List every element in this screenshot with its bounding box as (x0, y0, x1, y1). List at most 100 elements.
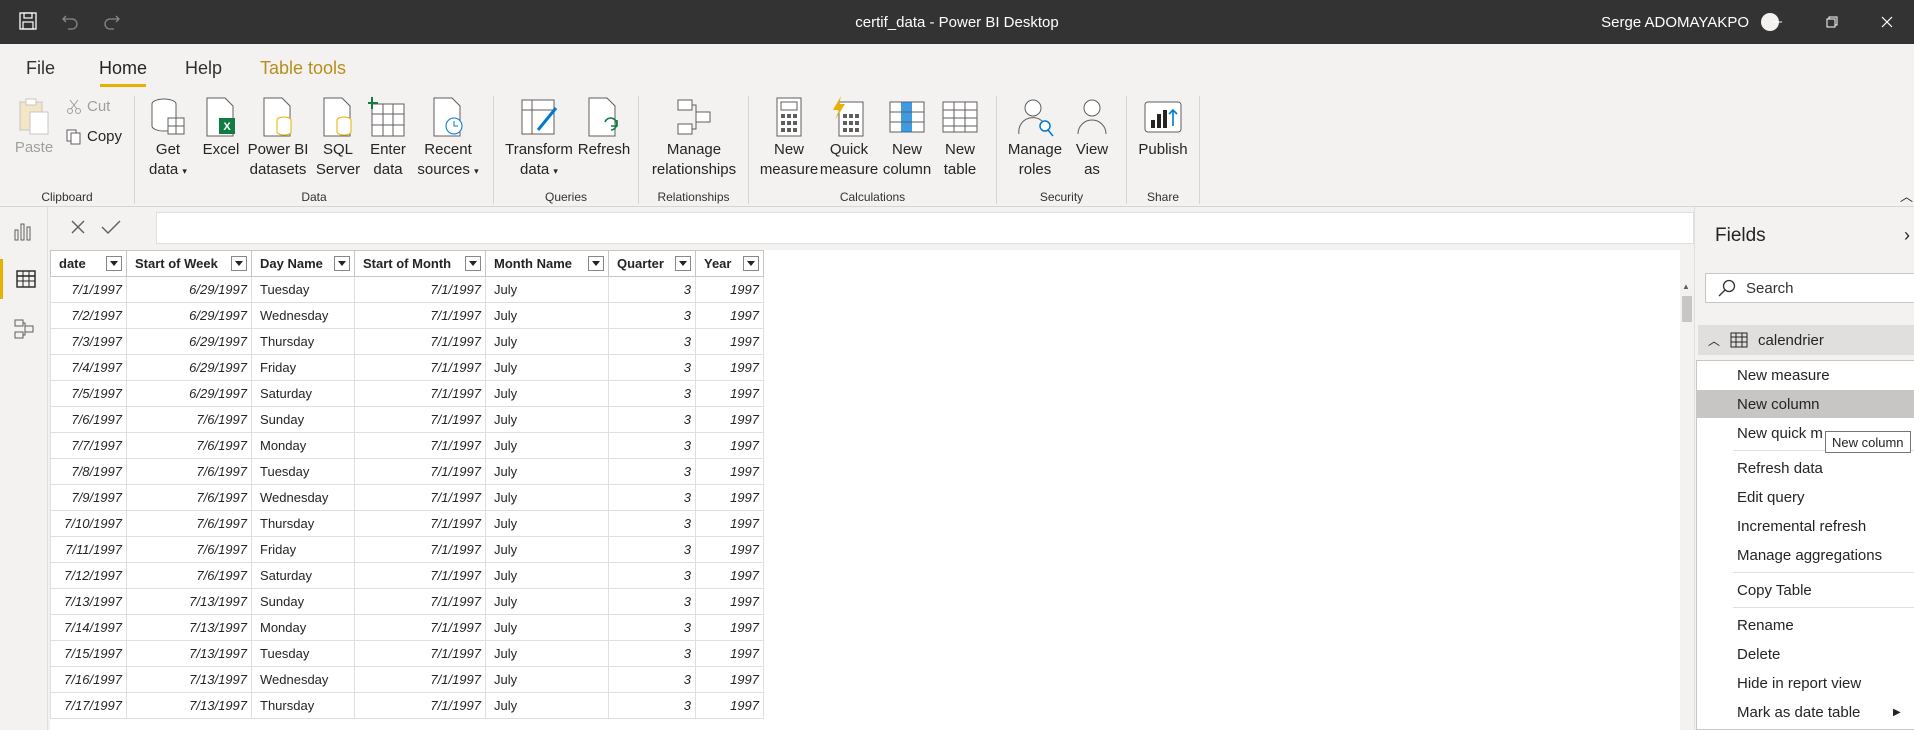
table-cell[interactable]: 1997 (695, 614, 764, 641)
new-measure-button[interactable]: New measure (759, 96, 819, 180)
table-cell[interactable]: 7/17/1997 (50, 692, 127, 719)
table-cell[interactable]: July (485, 666, 609, 693)
table-row[interactable]: 7/3/1997 6/29/1997 Thursday 7/1/1997 July 3 19… (50, 328, 764, 355)
manage-roles-button[interactable]: Manage roles (1005, 96, 1065, 180)
user-name[interactable]: Serge ADOMAYAKPO (1601, 14, 1749, 31)
recent-sources-button[interactable]: Recent sources ▾ (413, 96, 483, 181)
table-cell[interactable]: 6/29/1997 (126, 276, 252, 303)
undo-icon[interactable] (60, 11, 80, 34)
table-cell[interactable]: July (485, 510, 609, 537)
table-cell[interactable]: July (485, 536, 609, 563)
table-cell[interactable]: 3 (608, 302, 696, 329)
table-cell[interactable]: 1997 (695, 640, 764, 667)
table-row[interactable]: 7/4/1997 6/29/1997 Friday 7/1/1997 July 3 1997 (50, 354, 764, 381)
menu-item-incremental-refresh[interactable]: Incremental refresh (1697, 512, 1914, 540)
report-view-icon[interactable] (0, 211, 48, 251)
table-cell[interactable]: 7/1/1997 (354, 328, 486, 355)
table-row[interactable]: 7/2/1997 6/29/1997 Wednesday 7/1/1997 July 3 1… (50, 302, 764, 329)
new-table-button[interactable]: New table (935, 96, 985, 180)
table-cell[interactable]: 7/6/1997 (126, 406, 252, 433)
table-cell[interactable]: 1997 (695, 406, 764, 433)
table-cell[interactable]: Tuesday (251, 276, 355, 303)
table-row[interactable]: 7/15/1997 7/13/1997 Tuesday 7/1/1997 July 3 19… (50, 640, 764, 667)
table-cell[interactable]: 7/1/1997 (354, 302, 486, 329)
table-row[interactable]: 7/5/1997 6/29/1997 Saturday 7/1/1997 July 3 19… (50, 380, 764, 407)
table-cell[interactable]: 7/1/1997 (354, 692, 486, 719)
table-cell[interactable]: 3 (608, 484, 696, 511)
table-cell[interactable]: 3 (608, 588, 696, 615)
table-cell[interactable]: 1997 (695, 484, 764, 511)
table-row[interactable]: 7/9/1997 7/6/1997 Wednesday 7/1/1997 July 3 19… (50, 484, 764, 511)
excel-button[interactable]: X Excel (199, 96, 243, 160)
collapse-ribbon-icon[interactable]: ︿ (1900, 186, 1913, 205)
get-data-button[interactable]: Get data ▾ (145, 96, 191, 181)
sql-server-button[interactable]: SQL Server (315, 96, 361, 180)
table-cell[interactable]: 3 (608, 536, 696, 563)
quick-measure-button[interactable]: Quick measure (819, 96, 879, 180)
power-bi-datasets-button[interactable]: Power BI datasets (247, 96, 309, 180)
tab-file[interactable]: File (26, 58, 55, 79)
column-header[interactable]: Year (695, 250, 764, 277)
table-cell[interactable]: 7/13/1997 (50, 588, 127, 615)
table-cell[interactable]: 6/29/1997 (126, 302, 252, 329)
table-cell[interactable]: 7/1/1997 (50, 276, 127, 303)
table-cell[interactable]: 7/12/1997 (50, 562, 127, 589)
table-row[interactable]: 7/12/1997 7/6/1997 Saturday 7/1/1997 July 3 19… (50, 562, 764, 589)
table-cell[interactable]: 7/6/1997 (126, 510, 252, 537)
table-cell[interactable]: 7/3/1997 (50, 328, 127, 355)
model-view-icon[interactable] (0, 309, 48, 349)
table-cell[interactable]: 7/1/1997 (354, 484, 486, 511)
table-cell[interactable]: 1997 (695, 510, 764, 537)
publish-button[interactable]: Publish (1135, 96, 1191, 160)
filter-dropdown-icon[interactable] (465, 256, 481, 271)
table-cell[interactable]: 7/6/1997 (126, 562, 252, 589)
tab-table-tools[interactable]: Table tools (260, 58, 346, 79)
data-view-icon[interactable] (0, 259, 48, 299)
table-cell[interactable]: 3 (608, 640, 696, 667)
table-cell[interactable]: 7/6/1997 (126, 536, 252, 563)
formula-input[interactable] (156, 212, 1694, 244)
table-cell[interactable]: July (485, 432, 609, 459)
table-cell[interactable]: 1997 (695, 354, 764, 381)
refresh-button[interactable]: Refresh (576, 96, 632, 160)
vertical-scrollbar[interactable]: ▲ (1680, 280, 1694, 730)
table-cell[interactable]: 3 (608, 328, 696, 355)
table-cell[interactable]: 7/1/1997 (354, 666, 486, 693)
table-cell[interactable]: 7/4/1997 (50, 354, 127, 381)
table-cell[interactable]: 7/1/1997 (354, 614, 486, 641)
paste-button[interactable]: Paste (14, 96, 54, 158)
column-header[interactable]: Start of Week (126, 250, 252, 277)
close-button[interactable] (1859, 0, 1914, 44)
table-cell[interactable]: 7/2/1997 (50, 302, 127, 329)
menu-item-delete[interactable]: Delete (1697, 640, 1914, 668)
table-cell[interactable]: July (485, 354, 609, 381)
filter-dropdown-icon[interactable] (588, 256, 604, 271)
table-cell[interactable]: 7/13/1997 (126, 666, 252, 693)
table-cell[interactable]: 7/13/1997 (126, 588, 252, 615)
tab-home[interactable]: Home (99, 58, 147, 79)
table-cell[interactable]: July (485, 380, 609, 407)
menu-item-new-measure[interactable]: New measure (1697, 361, 1914, 389)
column-header[interactable]: Month Name (485, 250, 609, 277)
table-row[interactable]: 7/17/1997 7/13/1997 Thursday 7/1/1997 July 3 1… (50, 692, 764, 719)
filter-dropdown-icon[interactable] (231, 256, 247, 271)
view-as-button[interactable]: View as (1067, 96, 1117, 180)
table-row[interactable]: 7/7/1997 7/6/1997 Monday 7/1/1997 July 3 1997 (50, 432, 764, 459)
table-cell[interactable]: Saturday (251, 562, 355, 589)
table-cell[interactable]: 3 (608, 562, 696, 589)
table-cell[interactable]: July (485, 614, 609, 641)
table-cell[interactable]: Friday (251, 536, 355, 563)
table-cell[interactable]: Tuesday (251, 458, 355, 485)
table-cell[interactable]: 7/6/1997 (126, 458, 252, 485)
table-cell[interactable]: 3 (608, 354, 696, 381)
table-cell[interactable]: Saturday (251, 380, 355, 407)
table-row[interactable]: 7/6/1997 7/6/1997 Sunday 7/1/1997 July 3 1997 (50, 406, 764, 433)
table-cell[interactable]: July (485, 562, 609, 589)
table-cell[interactable]: Thursday (251, 692, 355, 719)
redo-icon[interactable] (102, 11, 122, 34)
table-cell[interactable]: 7/1/1997 (354, 406, 486, 433)
table-cell[interactable]: July (485, 692, 609, 719)
restore-button[interactable] (1804, 0, 1859, 44)
table-cell[interactable]: 3 (608, 380, 696, 407)
table-cell[interactable]: 7/1/1997 (354, 588, 486, 615)
